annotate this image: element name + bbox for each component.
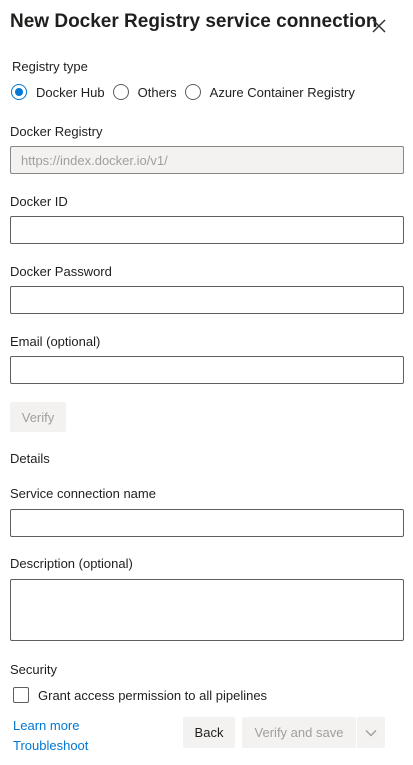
radio-docker-hub-label: Docker Hub [36, 84, 105, 100]
service-connection-name-field[interactable] [10, 509, 404, 537]
details-heading: Details [10, 451, 50, 466]
learn-more-link[interactable]: Learn more [13, 718, 79, 733]
verify-and-save-button[interactable]: Verify and save [242, 717, 356, 748]
verify-and-save-dropdown[interactable] [357, 717, 385, 748]
verify-button[interactable]: Verify [10, 402, 66, 432]
grant-access-checkbox[interactable]: Grant access permission to all pipelines [13, 687, 267, 703]
description-label: Description (optional) [10, 556, 133, 571]
registry-type-radio-group: Docker Hub Others Azure Container Regist… [11, 84, 363, 100]
troubleshoot-link[interactable]: Troubleshoot [13, 738, 88, 753]
close-button[interactable] [368, 15, 390, 37]
docker-id-field[interactable] [10, 216, 404, 244]
security-heading: Security [10, 662, 57, 677]
email-field[interactable] [10, 356, 404, 384]
docker-password-field[interactable] [10, 286, 404, 314]
docker-registry-label: Docker Registry [10, 124, 103, 139]
back-button[interactable]: Back [183, 717, 235, 748]
radio-others-label: Others [137, 84, 177, 100]
registry-type-label: Registry type [12, 59, 88, 74]
radio-azure-container-registry-label: Azure Container Registry [209, 84, 355, 100]
radio-others[interactable]: Others [112, 84, 177, 100]
chevron-down-icon [365, 729, 377, 736]
service-connection-name-label: Service connection name [10, 486, 156, 501]
docker-id-label: Docker ID [10, 194, 68, 209]
close-icon [372, 19, 386, 33]
radio-docker-hub-indicator [11, 84, 27, 100]
description-field[interactable] [10, 579, 404, 641]
grant-access-checkbox-box [13, 687, 29, 703]
docker-registry-field[interactable] [10, 146, 404, 174]
grant-access-label: Grant access permission to all pipelines [38, 687, 268, 703]
radio-others-indicator [112, 84, 129, 100]
email-label: Email (optional) [10, 334, 101, 349]
dialog-title: New Docker Registry service connection [10, 11, 378, 32]
radio-azure-container-registry-indicator [184, 84, 201, 100]
docker-password-label: Docker Password [10, 264, 112, 279]
radio-docker-hub[interactable]: Docker Hub [11, 84, 105, 100]
radio-azure-container-registry[interactable]: Azure Container Registry [184, 84, 355, 100]
